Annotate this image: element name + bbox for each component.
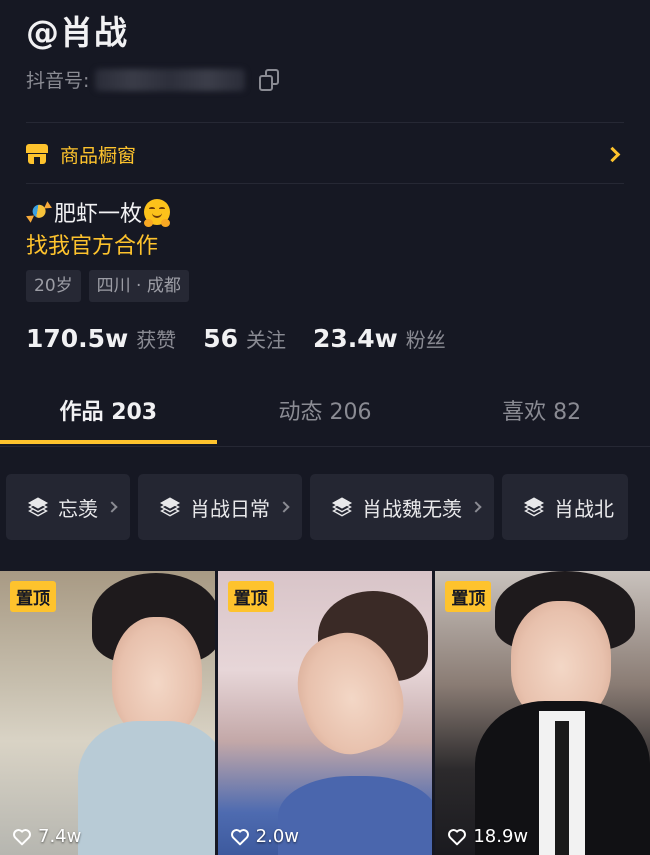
video-likes: 18.9w bbox=[447, 826, 528, 847]
stat-likes[interactable]: 170.5w 获赞 bbox=[26, 324, 176, 353]
collection-label: 肖战日常 bbox=[190, 496, 270, 521]
heart-icon bbox=[230, 828, 249, 845]
bio-text: 肥虾一枚 bbox=[54, 202, 143, 227]
profile-tabs: 作品 203 动态 206 喜欢 82 bbox=[0, 388, 650, 446]
chevron-right-icon bbox=[470, 501, 482, 513]
stat-label: 粉丝 bbox=[405, 328, 446, 352]
location-tag: 四川 · 成都 bbox=[88, 270, 189, 302]
stat-followers[interactable]: 23.4w 粉丝 bbox=[313, 324, 446, 353]
thumbnail-photo bbox=[555, 721, 570, 855]
shop-icon bbox=[26, 144, 48, 164]
collection-chip[interactable]: 忘羡 bbox=[6, 474, 130, 540]
video-thumbnail[interactable]: 置顶 2.0w bbox=[217, 571, 433, 855]
shop-window-row[interactable]: 商品橱窗 bbox=[26, 137, 624, 171]
profile-tags: 20岁 四川 · 成都 bbox=[26, 270, 189, 302]
likes-count: 18.9w bbox=[473, 826, 529, 847]
profile-handle: @肖战 bbox=[26, 13, 128, 52]
stat-number: 23.4w bbox=[312, 324, 398, 353]
layers-icon bbox=[524, 497, 544, 517]
tab-works[interactable]: 作品 203 bbox=[0, 388, 217, 446]
bio-line-1: 肥虾一枚 bbox=[23, 196, 171, 228]
layers-icon bbox=[332, 497, 352, 517]
layers-icon bbox=[160, 497, 180, 517]
collection-chip[interactable]: 肖战魏无羡 bbox=[310, 474, 494, 540]
tab-likes[interactable]: 喜欢 82 bbox=[433, 388, 650, 446]
candy-emoji-icon bbox=[23, 197, 55, 227]
pinned-badge: 置顶 bbox=[227, 581, 274, 612]
thumbnail-photo bbox=[112, 617, 202, 737]
chevron-right-icon bbox=[106, 501, 118, 513]
heart-icon bbox=[13, 828, 31, 845]
chevron-right-icon bbox=[278, 501, 290, 513]
video-likes: 7.4w bbox=[12, 826, 81, 847]
heart-icon bbox=[448, 828, 467, 845]
douyin-id-blurred bbox=[95, 68, 246, 91]
age-tag: 20岁 bbox=[26, 270, 81, 302]
likes-count: 2.0w bbox=[255, 826, 300, 847]
tab-divider bbox=[0, 446, 650, 447]
stat-number: 170.5w bbox=[26, 324, 129, 353]
collection-label: 肖战魏无羡 bbox=[362, 496, 462, 521]
divider bbox=[26, 183, 624, 184]
collection-chip[interactable]: 肖战北 bbox=[502, 474, 628, 540]
pinned-badge: 置顶 bbox=[445, 581, 492, 612]
hugging-face-emoji-icon bbox=[144, 199, 171, 227]
likes-count: 7.4w bbox=[38, 826, 82, 847]
video-thumbnail[interactable]: 置顶 18.9w bbox=[435, 571, 650, 855]
bio-line-2: 找我官方合作 bbox=[26, 234, 159, 259]
pinned-badge: 置顶 bbox=[10, 581, 56, 612]
collection-chip[interactable]: 肖战日常 bbox=[138, 474, 302, 540]
shop-window-label: 商品橱窗 bbox=[60, 144, 137, 167]
chevron-right-icon bbox=[604, 146, 621, 162]
profile-stats: 170.5w 获赞 56 关注 23.4w 粉丝 bbox=[26, 324, 473, 353]
thumbnail-photo bbox=[277, 776, 433, 855]
douyin-id-row: 抖音号: bbox=[26, 66, 281, 93]
collection-label: 忘羡 bbox=[58, 496, 98, 521]
collections-row: 忘羡 肖战日常 肖战魏无羡 肖战北 bbox=[6, 474, 628, 540]
stat-number: 56 bbox=[203, 324, 238, 353]
stat-label: 关注 bbox=[245, 328, 286, 352]
stat-label: 获赞 bbox=[136, 328, 177, 352]
copy-icon[interactable] bbox=[259, 68, 281, 91]
douyin-id-label: 抖音号: bbox=[26, 70, 90, 92]
video-likes: 2.0w bbox=[230, 826, 299, 847]
collection-label: 肖战北 bbox=[554, 496, 614, 521]
video-grid: 置顶 7.4w 置顶 2.0w 置顶 18.9w bbox=[0, 571, 650, 855]
tab-posts[interactable]: 动态 206 bbox=[217, 388, 434, 446]
stat-following[interactable]: 56 关注 bbox=[203, 324, 286, 353]
thumbnail-photo bbox=[78, 721, 215, 855]
layers-icon bbox=[28, 497, 48, 517]
divider bbox=[26, 122, 624, 123]
video-thumbnail[interactable]: 置顶 7.4w bbox=[0, 571, 215, 855]
